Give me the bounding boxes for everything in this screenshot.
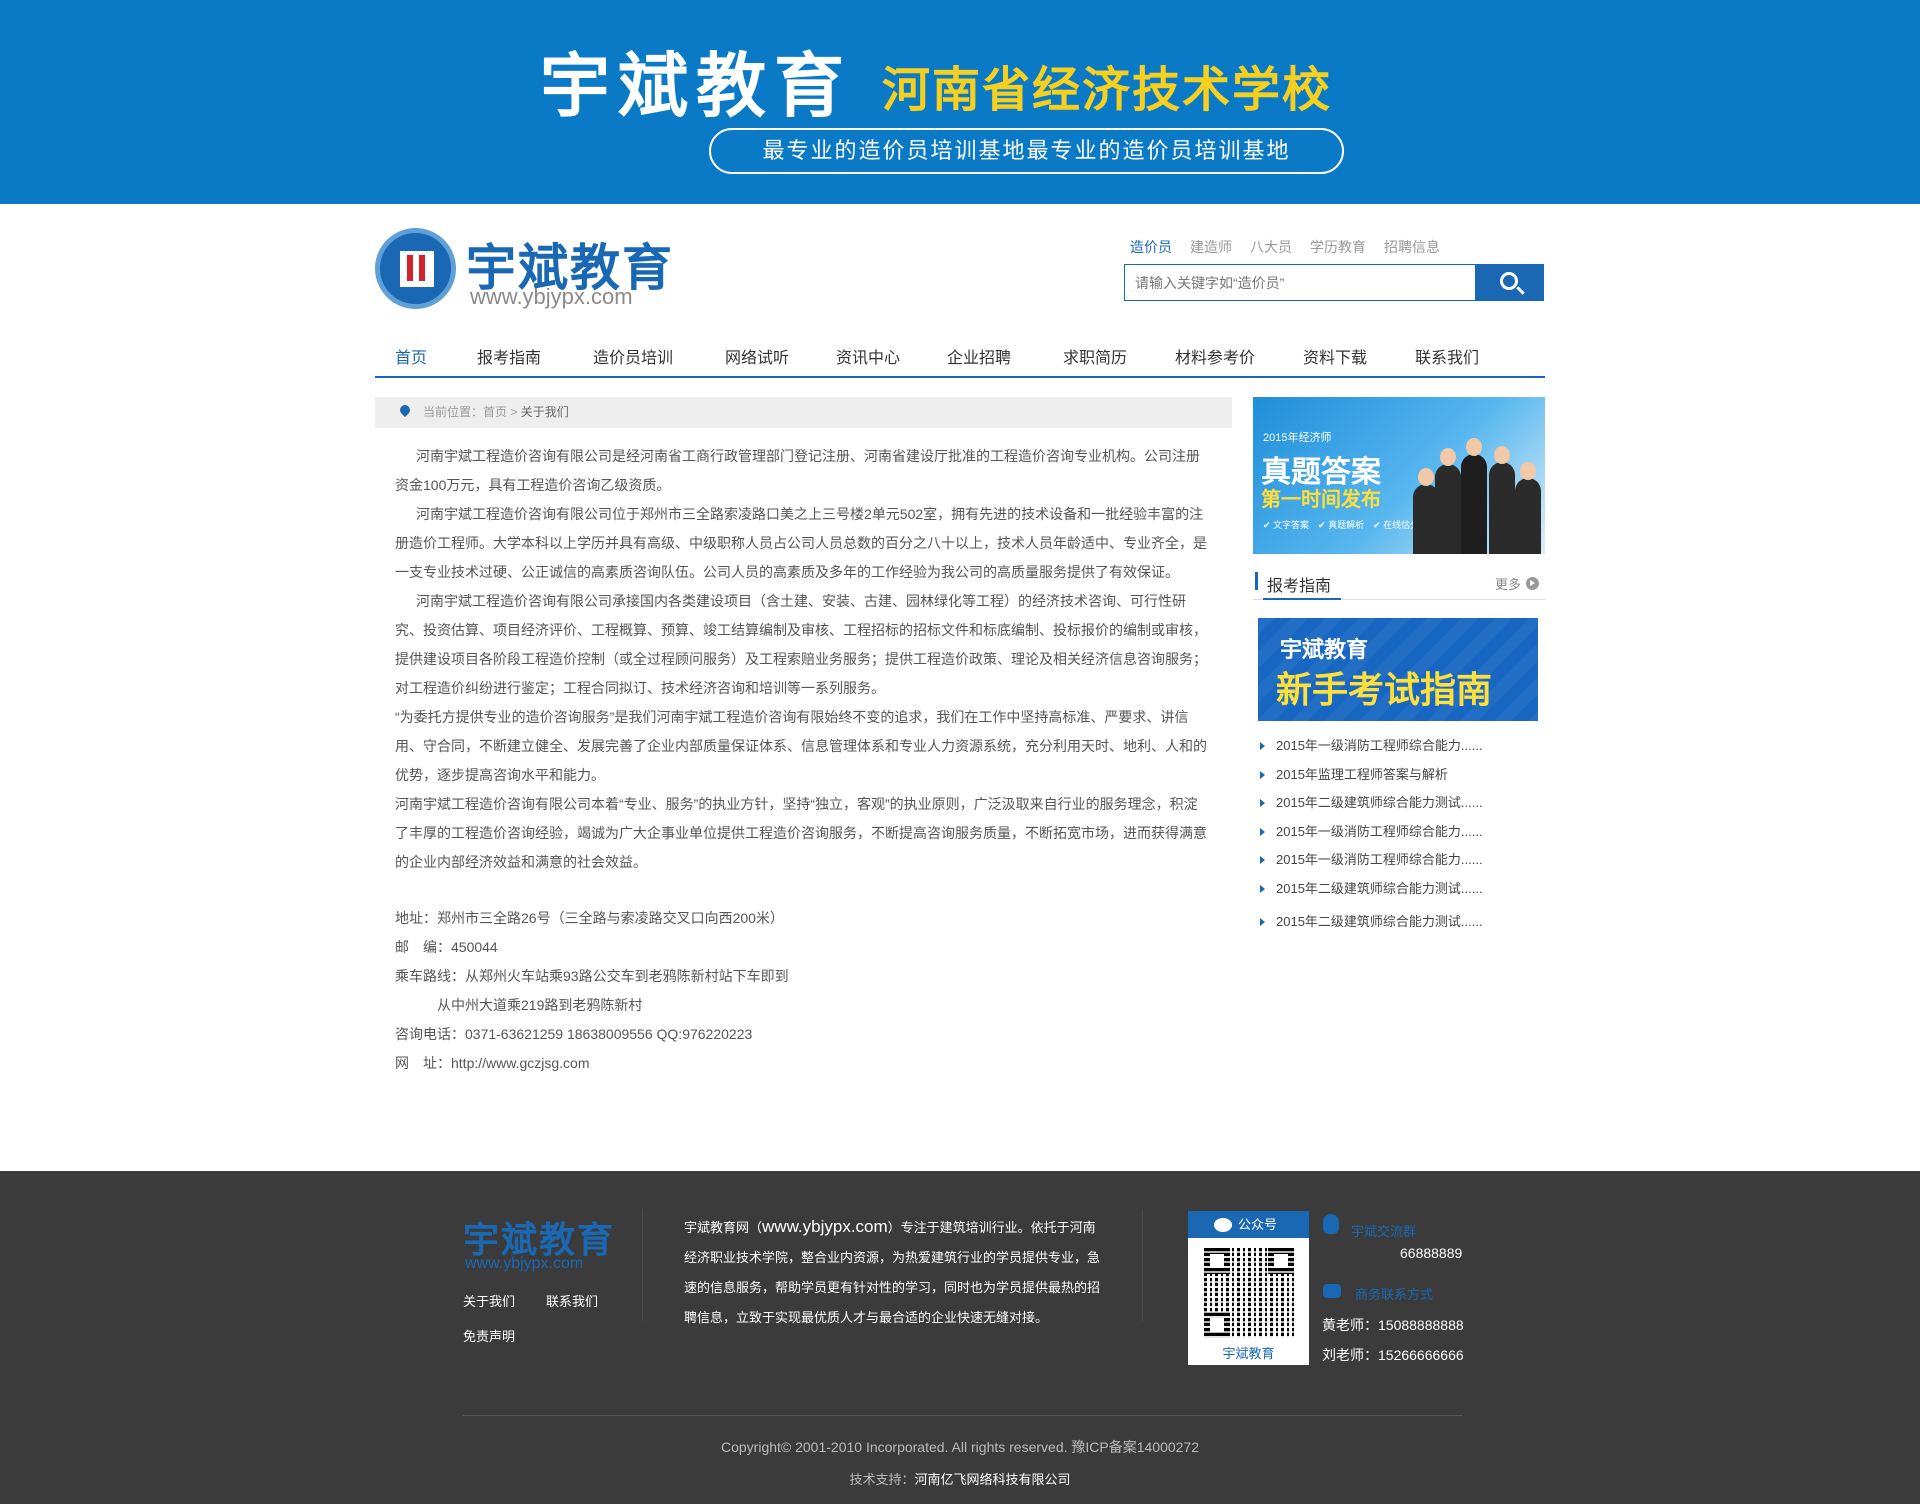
contact-info: 地址：郑州市三全路26号（三全路与索凌路交叉口向西200米） 邮 编：45004… [395,904,789,1078]
footer-logo-url: www.ybjypx.com [465,1255,584,1272]
contact-person-1: 黄老师：15088888888 [1322,1317,1464,1333]
section-title: 报考指南 [1267,578,1332,595]
copyright: Copyright© 2001-2010 Incorporated. All r… [720,1439,1200,1455]
nav-item-exam-guide[interactable]: 报考指南 [477,344,541,368]
footer-link-about[interactable]: 关于我们 [463,1291,515,1310]
footer-link-contact[interactable]: 联系我们 [546,1291,598,1310]
article-paragraph: 河南宇斌工程造价咨询有限公司是经河南省工商行政管理部门登记注册、河南省建设厅批准… [395,448,1200,493]
search-tabs: 造价员 建造师 八大员 学历教育 招聘信息 [1130,237,1440,257]
search-button[interactable] [1476,264,1544,301]
search-tab-jobs[interactable]: 招聘信息 [1384,237,1440,257]
wechat-qr-box: 公众号 宇斌教育 [1188,1211,1309,1365]
banner-title: 宇斌教育 [540,47,852,125]
contact-address: 地址：郑州市三全路26号（三全路与索凌路交叉口向西200米） [395,910,784,926]
search-input[interactable] [1125,265,1475,300]
exam-guide-header: 报考指南 更多 [1253,570,1545,600]
news-list: 2015年一级消防工程师综合能力...... 2015年监理工程师答案与解析 2… [1258,736,1548,940]
contact-route-alt: 从中州大道乘219路到老鸦陈新村 [437,997,643,1013]
footer-divider [1142,1209,1143,1321]
contact-person-2: 刘老师：15266666666 [1322,1347,1464,1363]
footer-about: 宇斌教育网（www.ybjypx.com）专注于建筑培训行业。依托于河南经济职业… [684,1212,1106,1333]
qr-header: 公众号 [1188,1211,1309,1238]
guide-banner-line1: 宇斌教育 [1280,637,1369,662]
list-item[interactable]: 2015年二级建筑师综合能力测试...... [1258,912,1548,941]
ad-people-image [1411,415,1543,554]
logo-url: www.ybjypx.com [470,284,633,309]
guide-banner-line2: 新手考试指南 [1276,669,1493,710]
qq-icon [1323,1214,1339,1234]
logo-icon[interactable] [375,228,456,309]
search-tab-builder[interactable]: 建造师 [1190,237,1232,257]
breadcrumb-home[interactable]: 首页 [483,405,507,419]
about-url[interactable]: www.ybjypx.com [762,1217,888,1236]
banner-slogan: 最专业的造价员培训基地最专业的造价员培训基地 [709,128,1344,174]
search-tab-education[interactable]: 学历教育 [1310,237,1366,257]
book-icon [400,251,434,287]
article-paragraph: “为委托方提供专业的造价咨询服务”是我们河南宇斌工程造价咨询有限始终不变的追求，… [395,709,1207,783]
footer-divider [642,1209,643,1321]
search-box [1124,264,1476,301]
ad-small-text: 2015年经济师 [1263,432,1332,444]
article-paragraph: 河南宇斌工程造价咨询有限公司位于郑州市三全路索凌路口美之上三号楼2单元502室，… [395,506,1207,580]
breadcrumb-sep: > [507,405,521,419]
contact-phone: 咨询电话：0371-63621259 18638009556 QQ:976220… [395,1026,753,1042]
nav-item-material-price[interactable]: 材料参考价 [1175,344,1255,368]
list-item[interactable]: 2015年二级建筑师综合能力测试...... [1258,793,1548,822]
location-pin-icon [397,402,413,418]
list-item[interactable]: 2015年监理工程师答案与解析 [1258,765,1548,794]
phone-icon [1323,1284,1341,1298]
article-body: 河南宇斌工程造价咨询有限公司是经河南省工商行政管理部门登记注册、河南省建设厅批准… [395,442,1211,877]
ad-tags: ✔ 文字答案 ✔ 真题解析 ✔ 在线估分 [1263,520,1420,530]
nav-item-download[interactable]: 资料下载 [1303,344,1367,368]
qq-group-number: 66888889 [1400,1245,1463,1261]
arrow-right-icon[interactable] [1526,577,1539,590]
list-item[interactable]: 2015年二级建筑师综合能力测试...... [1258,879,1548,912]
breadcrumb: 当前位置：首页 > 关于我们 [375,397,1232,428]
nav-item-contact[interactable]: 联系我们 [1415,344,1479,368]
qr-header-label: 公众号 [1238,1217,1278,1232]
search-icon [1500,272,1518,290]
nav-item-news[interactable]: 资讯中心 [836,344,900,368]
title-underline [1263,598,1341,600]
banner-subtitle: 河南省经济技术学校 [882,64,1333,117]
breadcrumb-current: 关于我们 [520,405,569,419]
nav-item-resume[interactable]: 求职简历 [1063,344,1127,368]
footer-separator [463,1415,1463,1416]
contact-website: 网 址：http://www.gczjsg.com [395,1055,590,1071]
qr-label: 宇斌教育 [1222,1346,1275,1361]
qr-code-image [1204,1248,1294,1338]
contact-route: 乘车路线：从郑州火车站乘93路公交车到老鸦陈新村站下车即到 [395,968,789,984]
beginner-guide-banner[interactable]: 宇斌教育 新手考试指南 [1258,618,1538,721]
top-banner: 宇斌教育 河南省经济技术学校 最专业的造价员培训基地最专业的造价员培训基地 [0,0,1920,204]
search-tab-eight[interactable]: 八大员 [1250,237,1292,257]
article-paragraph: 河南宇斌工程造价咨询有限公司本着“专业、服务”的执业方针，坚持“独立，客观”的执… [395,796,1207,870]
footer-link-disclaimer[interactable]: 免责声明 [463,1326,515,1345]
list-item[interactable]: 2015年一级消防工程师综合能力...... [1258,822,1548,851]
footer: 宇斌教育 www.ybjypx.com 关于我们 联系我们 免责声明 宇斌教育网… [0,1171,1920,1504]
nav-item-recruit[interactable]: 企业招聘 [947,344,1011,368]
list-item[interactable]: 2015年一级消防工程师综合能力...... [1258,736,1548,765]
tech-support: 技术支持：河南亿飞网络科技有限公司 [0,1469,1920,1488]
more-link[interactable]: 更多 [1495,574,1521,593]
search-tab-cost[interactable]: 造价员 [1130,237,1172,257]
contact-postcode: 邮 编：450044 [395,939,498,955]
main-nav: 首页 报考指南 造价员培训 网络试听 资讯中心 企业招聘 求职简历 材料参考价 … [375,338,1545,378]
wechat-icon [1214,1218,1232,1232]
business-contact-title: 商务联系方式 [1355,1287,1434,1302]
tech-label: 技术支持： [849,1472,915,1487]
nav-item-home[interactable]: 首页 [395,344,427,368]
ad-subheadline: 第一时间发布 [1261,489,1381,511]
list-item[interactable]: 2015年一级消防工程师综合能力...... [1258,850,1548,879]
exam-answer-ad[interactable]: 2015年经济师 真题答案 第一时间发布 ✔ 文字答案 ✔ 真题解析 ✔ 在线估… [1253,397,1545,554]
article-paragraph: 河南宇斌工程造价咨询有限公司承接国内各类建设项目（含土建、安装、古建、园林绿化等… [395,593,1207,696]
section-marker [1255,572,1258,590]
nav-item-online-trial[interactable]: 网络试听 [725,344,789,368]
about-text: 宇斌教育网（ [684,1220,763,1235]
nav-item-training[interactable]: 造价员培训 [593,344,673,368]
qq-group-title: 宇斌交流群 [1351,1224,1417,1239]
tech-company[interactable]: 河南亿飞网络科技有限公司 [915,1472,1071,1487]
about-text: ）专注于建筑培训行业。依托于河南经济职业技术学院，整合业内资源，为热爱建筑行业的… [684,1220,1101,1325]
breadcrumb-prefix: 当前位置： [423,405,484,419]
